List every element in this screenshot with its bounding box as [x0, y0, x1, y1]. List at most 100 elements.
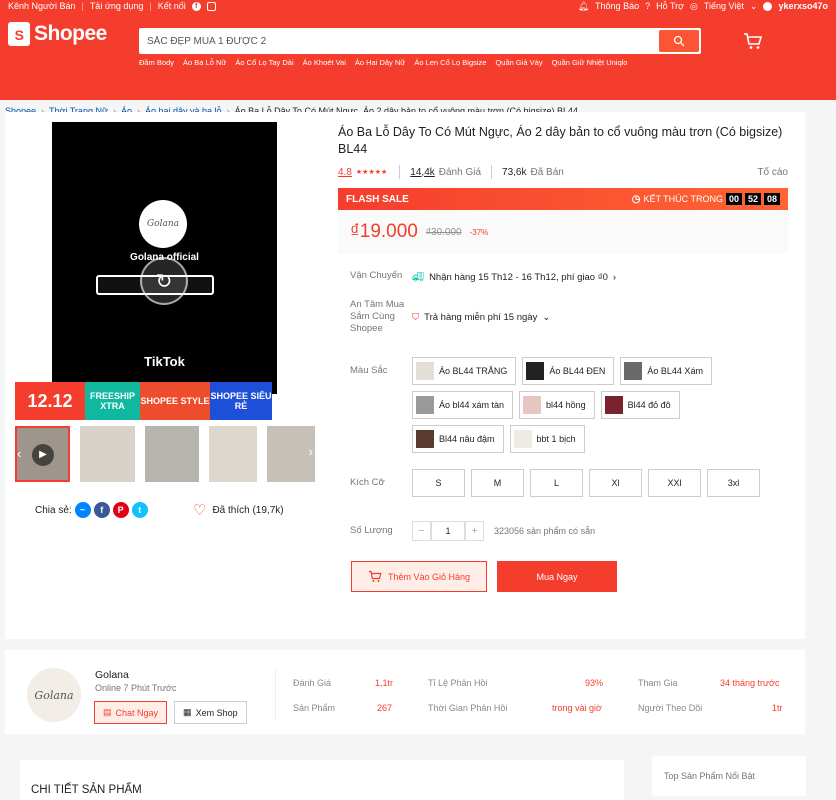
option-label: Áo bl44 xám tàn — [439, 400, 505, 410]
messenger-icon[interactable]: ~ — [74, 502, 91, 518]
product-video[interactable]: Golana Golana official ↻ TikTok — [52, 122, 277, 394]
keyword-link[interactable]: Đầm Body — [139, 58, 174, 67]
detail-title: CHI TIẾT SẢN PHẨM — [31, 784, 142, 796]
product-info: Áo Ba Lỗ Dây To Có Mút Ngực, Áo 2 dây bả… — [338, 112, 788, 592]
shop-stat-response-rate: Tỉ Lệ Phản Hồi 93% — [428, 678, 603, 688]
search-input[interactable] — [141, 30, 659, 52]
bell-icon[interactable]: 🔔︎ — [578, 0, 589, 12]
notifications-link[interactable]: Thông Báo — [595, 0, 639, 12]
color-option[interactable]: Bl44 nâu đậm — [412, 425, 504, 453]
price-section: ₫19.000 ₫30.000 -37% — [338, 210, 788, 254]
decrement-button[interactable]: − — [412, 521, 431, 541]
keyword-link[interactable]: Áo Cổ Lọ Tay Dài — [235, 58, 293, 67]
swatch — [526, 362, 545, 380]
chevron-left-icon[interactable]: ‹ — [17, 446, 21, 461]
flash-sale-bar: FLASH SALE ◷ KẾT THÚC TRONG 00 52 08 — [338, 188, 788, 210]
rating-value[interactable]: 4.8 — [338, 167, 352, 178]
replay-icon[interactable]: ↻ — [140, 257, 188, 305]
timer-minutes: 52 — [744, 193, 761, 205]
header: S Shopee Đầm Body Áo Ba Lỗ Nữ Áo Cổ Lọ T… — [8, 22, 836, 72]
size-option[interactable]: L — [530, 469, 583, 497]
thumbnail[interactable]: ▶ ‹ — [15, 426, 70, 482]
flash-sale-label: FLASH SALE — [346, 193, 409, 205]
keyword-link[interactable]: Áo Hai Dây Nữ — [355, 58, 405, 67]
color-option[interactable]: Bl44 đỏ đô — [600, 391, 680, 419]
like-button[interactable]: ♡ Đã thích (19,7k) — [193, 501, 284, 519]
size-option[interactable]: 3xl — [707, 469, 760, 497]
color-option[interactable]: bl44 hồng — [519, 391, 595, 419]
increment-button[interactable]: + — [465, 521, 484, 541]
shipping-info[interactable]: 🚚︎ Nhận hàng 15 Th12 - 16 Th12, phí giao… — [412, 270, 616, 283]
option-label: bl44 hồng — [546, 400, 586, 410]
chat-now-button[interactable]: ▤ Chat Ngay — [94, 701, 168, 724]
username[interactable]: ykerxso47o — [778, 0, 828, 12]
color-option[interactable]: Áo bl44 xám tàn — [412, 391, 514, 419]
color-option[interactable]: bbt 1 bịch — [509, 425, 585, 453]
thumbnail[interactable]: › — [267, 426, 315, 482]
report-link[interactable]: Tố cáo — [757, 167, 788, 178]
banner-freeship: FREESHIP XTRA — [85, 382, 140, 420]
star-rating-icon: ★★★★★ — [355, 169, 388, 176]
avatar[interactable] — [763, 1, 773, 11]
help-link[interactable]: Hỗ Trợ — [656, 0, 684, 12]
thumbnail[interactable] — [79, 426, 135, 482]
twitter-icon[interactable]: t — [131, 502, 148, 518]
sold-label: Đã Bán — [530, 166, 564, 178]
pinterest-icon[interactable]: P — [112, 502, 129, 518]
search-button[interactable] — [659, 30, 699, 52]
swatch — [416, 396, 434, 414]
top-products-title: Top Sản Phẩm Nổi Bật — [664, 771, 756, 781]
download-app-link[interactable]: Tải ứng dụng — [90, 0, 144, 12]
review-count[interactable]: 14,4k — [410, 167, 434, 178]
review-label: Đánh Giá — [438, 166, 482, 178]
chevron-right-icon[interactable]: › — [309, 444, 313, 459]
keyword-link[interactable]: Áo Khoét Vai — [303, 58, 346, 67]
size-option[interactable]: S — [412, 469, 465, 497]
keyword-link[interactable]: Áo Ba Lỗ Nữ — [183, 58, 226, 67]
size-option[interactable]: XXl — [648, 469, 701, 497]
divider — [275, 670, 276, 720]
size-option[interactable]: Xl — [589, 469, 642, 497]
stat-value: trong vài giờ — [552, 703, 602, 713]
buy-now-button[interactable]: Mua Ngay — [497, 561, 617, 592]
cart-icon — [744, 33, 763, 49]
shop-name[interactable]: Golana — [95, 669, 129, 681]
connect-label: Kết nối — [157, 1, 186, 11]
truck-icon: 🚚︎ — [412, 272, 425, 283]
facebook-icon[interactable]: f — [93, 502, 110, 518]
language-select[interactable]: Tiếng Việt — [704, 0, 744, 12]
store-icon: ▦ — [183, 707, 192, 717]
shop-stat-rating: Đánh Giá 1,1tr — [293, 678, 393, 688]
shopee-logo[interactable]: S Shopee — [8, 22, 107, 46]
add-to-cart-button[interactable]: Thêm Vào Giỏ Hàng — [351, 561, 487, 592]
color-option[interactable]: Áo BL44 ĐEN — [522, 357, 615, 385]
instagram-icon[interactable] — [206, 1, 216, 11]
globe-icon[interactable]: ◎ — [690, 0, 698, 12]
keyword-link[interactable]: Quần Giữ Nhiệt Uniqlo — [552, 58, 628, 67]
keyword-link[interactable]: Áo Len Cổ Lọ Bigsize — [414, 58, 486, 67]
thumbnail[interactable] — [209, 426, 258, 482]
promo-banner: 12.12 FREESHIP XTRA SHOPEE STYLE SHOPEE … — [15, 382, 272, 420]
chat-icon: ▤ — [103, 707, 112, 717]
like-count: Đã thích (19,7k) — [212, 504, 284, 516]
cart-button[interactable] — [743, 32, 763, 53]
color-option[interactable]: Áo BL44 TRẮNG — [412, 357, 517, 385]
banner-cheap: SHOPEE SIÊU RẺ — [210, 382, 272, 420]
logo-text: Shopee — [34, 22, 107, 45]
quantity-input[interactable]: 1 — [431, 521, 465, 541]
add-to-cart-label: Thêm Vào Giỏ Hàng — [387, 571, 471, 582]
assurance-info[interactable]: ⛉ Trả hàng miễn phí 15 ngày ⌄ — [412, 299, 550, 335]
help-icon[interactable]: ? — [645, 0, 650, 12]
color-label: Màu Sắc — [350, 365, 388, 376]
thumbnail[interactable] — [144, 426, 200, 482]
seller-channel-link[interactable]: Kênh Người Bán — [8, 0, 75, 12]
divider: | — [149, 1, 152, 11]
keyword-link[interactable]: Quần Giả Váy — [495, 58, 542, 67]
facebook-icon[interactable]: f — [191, 1, 201, 11]
size-option[interactable]: M — [471, 469, 524, 497]
quantity-row: Số Lượng − 1 + 323056 sản phẩm có sẵn — [338, 521, 788, 541]
view-shop-button[interactable]: ▦ Xem Shop — [174, 701, 247, 724]
shop-avatar[interactable]: Golana — [27, 668, 81, 722]
color-option[interactable]: Áo BL44 Xám — [620, 357, 712, 385]
color-row: Màu Sắc Áo BL44 TRẮNG Áo BL44 ĐEN Áo BL4… — [338, 357, 788, 453]
